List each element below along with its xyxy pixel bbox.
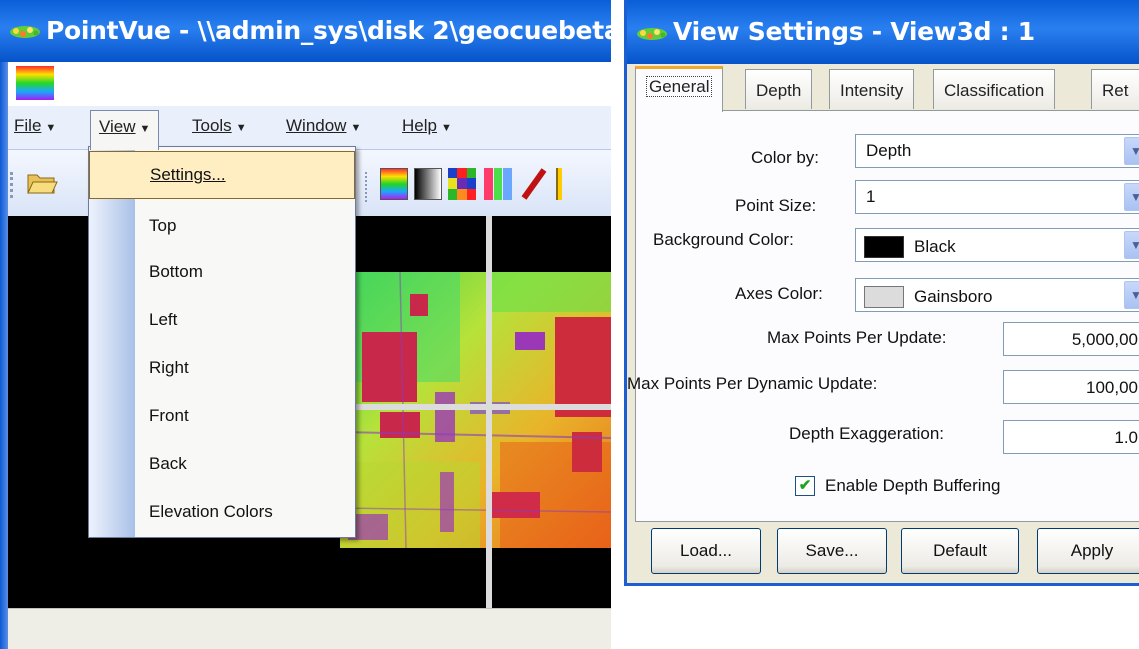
menu-window-arrow-icon: ▼ (350, 122, 362, 134)
default-button[interactable]: Default (901, 528, 1019, 574)
menu-tools[interactable]: Tools ▼ (192, 116, 247, 136)
background-color-label: Background Color: (653, 230, 794, 249)
menu-item-back-label: Back (149, 454, 187, 473)
menu-item-top[interactable]: Top (89, 203, 355, 251)
menu-file-arrow-icon: ▼ (45, 122, 57, 134)
menu-window[interactable]: Window ▼ (286, 116, 361, 136)
color-by-select[interactable]: Depth ▼ (855, 134, 1139, 168)
enable-depth-buffering-checkbox[interactable]: ✔ (795, 476, 815, 496)
tab-returns[interactable]: Ret (1091, 69, 1139, 109)
menu-item-front[interactable]: Front (89, 393, 355, 441)
axes-color-value: Gainsboro (914, 287, 993, 306)
background-color-swatch (864, 236, 904, 258)
menu-tools-arrow-icon: ▼ (235, 122, 247, 134)
background-color-select[interactable]: Black ▼ (855, 228, 1139, 262)
menu-help-label: Help (402, 116, 437, 135)
mdi-child-bar (0, 62, 611, 106)
point-cloud-raster (340, 272, 611, 548)
measure-line-icon[interactable] (520, 168, 548, 200)
app-icon (10, 26, 40, 38)
menu-item-right-label: Right (149, 358, 189, 377)
menu-item-back[interactable]: Back (89, 441, 355, 489)
menu-file[interactable]: File ▼ (14, 116, 56, 136)
menu-item-left-label: Left (149, 310, 178, 329)
pointvue-window: PointVue - \\admin_sys\disk 2\geocuebeta… (0, 0, 611, 649)
view-settings-dialog: View Settings - View3d : 1 General Depth… (624, 0, 1139, 586)
background-color-value: Black (914, 237, 956, 256)
dialog-title: View Settings - View3d : 1 (673, 17, 1035, 46)
max-points-update-label: Max Points Per Update: (767, 328, 947, 347)
menu-help[interactable]: Help ▼ (402, 116, 452, 136)
menu-item-elevation-colors[interactable]: Elevation Colors (89, 489, 355, 537)
menu-item-top-label: Top (149, 216, 177, 235)
depth-exaggeration-input[interactable]: 1.0 (1003, 420, 1139, 454)
tab-returns-label: Ret (1102, 81, 1129, 100)
max-points-dynamic-label: Max Points Per Dynamic Update: (627, 374, 878, 393)
load-button[interactable]: Load... (651, 528, 761, 574)
tab-depth-label: Depth (756, 81, 802, 100)
tab-general[interactable]: General (635, 66, 724, 112)
max-points-update-input[interactable]: 5,000,00 (1003, 322, 1139, 356)
menu-view-label: View (99, 117, 136, 136)
point-size-value: 1 (866, 187, 876, 206)
menu-item-front-label: Front (149, 406, 189, 425)
save-button[interactable]: Save... (777, 528, 887, 574)
chevron-down-icon[interactable]: ▼ (1124, 137, 1139, 165)
toolbar-grip[interactable] (10, 172, 14, 198)
child-window-icon[interactable] (16, 66, 54, 100)
view-menu-dropdown: Settings... Top Bottom Left Right Front … (88, 146, 356, 538)
menu-item-bottom-label: Bottom (149, 262, 203, 281)
pointvue-title: PointVue - \\admin_sys\disk 2\geocuebeta… (46, 16, 611, 45)
chevron-down-icon[interactable]: ▼ (1124, 231, 1139, 259)
color-by-value: Depth (866, 141, 912, 160)
chevron-down-icon[interactable]: ▼ (1124, 183, 1139, 211)
menu-item-left[interactable]: Left (89, 297, 355, 345)
menu-item-elevation-colors-label: Elevation Colors (149, 502, 273, 521)
rgb-icon[interactable] (484, 168, 512, 200)
menu-bar: File ▼ View ▼ Tools ▼ Window ▼ Help ▼ (0, 106, 611, 150)
toolbar-separator (365, 172, 367, 202)
window-left-border (0, 62, 8, 649)
classification-icon[interactable] (448, 168, 476, 200)
grayscale-icon[interactable] (414, 168, 442, 200)
tab-depth[interactable]: Depth (745, 69, 813, 109)
tab-classification-label: Classification (944, 81, 1045, 100)
status-bar (0, 608, 611, 649)
apply-button[interactable]: Apply (1037, 528, 1139, 574)
tab-intensity-label: Intensity (840, 81, 904, 100)
menu-file-label: File (14, 116, 42, 135)
dialog-titlebar[interactable]: View Settings - View3d : 1 (627, 0, 1139, 64)
color-ramp-icon[interactable] (380, 168, 408, 200)
open-folder-icon[interactable] (26, 168, 58, 196)
menu-item-settings-label: Settings... (150, 165, 226, 184)
general-tab-panel (635, 110, 1139, 522)
menu-window-label: Window (286, 116, 347, 135)
pointvue-titlebar[interactable]: PointVue - \\admin_sys\disk 2\geocuebeta… (0, 0, 611, 62)
enable-depth-buffering-label: Enable Depth Buffering (825, 476, 1001, 495)
menu-view[interactable]: View ▼ (90, 110, 160, 150)
menu-item-right[interactable]: Right (89, 345, 355, 393)
axes-color-swatch (864, 286, 904, 308)
menu-item-bottom[interactable]: Bottom (89, 249, 355, 297)
point-size-select[interactable]: 1 ▼ (855, 180, 1139, 214)
point-size-label: Point Size: (735, 196, 817, 215)
menu-help-arrow-icon: ▼ (440, 122, 452, 134)
menu-item-settings[interactable]: Settings... (89, 151, 355, 199)
toolbar-overflow-icon[interactable] (556, 168, 562, 200)
axis-line-vertical (486, 216, 492, 608)
axes-color-label: Axes Color: (735, 284, 823, 303)
menu-tools-label: Tools (192, 116, 232, 135)
tab-intensity[interactable]: Intensity (829, 69, 915, 109)
tab-classification[interactable]: Classification (933, 69, 1056, 109)
axes-color-select[interactable]: Gainsboro ▼ (855, 278, 1139, 312)
tab-general-label: General (646, 76, 713, 97)
chevron-down-icon[interactable]: ▼ (1124, 281, 1139, 309)
depth-exaggeration-label: Depth Exaggeration: (789, 424, 944, 443)
axis-line-horizontal (340, 404, 611, 410)
menu-view-arrow-icon: ▼ (139, 123, 151, 135)
max-points-dynamic-input[interactable]: 100,00 (1003, 370, 1139, 404)
app-icon (637, 28, 667, 40)
color-by-label: Color by: (751, 148, 820, 167)
